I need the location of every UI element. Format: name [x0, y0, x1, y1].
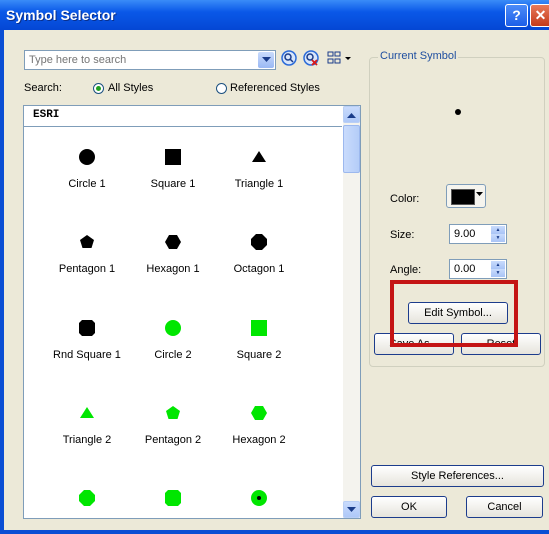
circle-symbol-icon — [77, 147, 97, 170]
symbol-label: Square 2 — [236, 349, 282, 361]
angle-increment[interactable]: ▲ — [491, 261, 505, 269]
chevron-up-icon — [347, 113, 356, 118]
vertical-scrollbar[interactable] — [343, 106, 360, 518]
clear-search-button[interactable] — [302, 50, 320, 68]
style-group-header: ESRI — [24, 106, 342, 127]
symbol-selector-window: Symbol Selector ? ✕ Search: All Styles R… — [0, 0, 549, 534]
size-label: Size: — [390, 229, 415, 241]
current-symbol-preview — [455, 109, 461, 115]
search-dropdown-button[interactable] — [258, 52, 274, 68]
title-bar[interactable]: Symbol Selector ? ✕ — [0, 0, 549, 30]
symbol-cell[interactable] — [130, 475, 216, 518]
symbol-label: Circle 2 — [154, 349, 192, 361]
style-references-button[interactable]: Style References... — [371, 465, 544, 487]
rndsquare-symbol-icon — [77, 318, 97, 341]
symbol-label: Circle 1 — [68, 178, 106, 190]
close-button[interactable]: ✕ — [530, 4, 549, 27]
hexagon-symbol-icon — [249, 403, 269, 426]
square-symbol-icon — [249, 318, 269, 341]
size-increment[interactable]: ▲ — [491, 226, 505, 234]
angle-spinner[interactable]: 0.00 ▲ ▼ — [449, 259, 507, 279]
symbol-cell[interactable] — [44, 475, 130, 518]
symbol-cell[interactable]: Octagon 1 — [216, 219, 302, 299]
grid-view-icon — [327, 51, 351, 64]
octagon-symbol-icon — [249, 232, 269, 255]
scroll-thumb[interactable] — [343, 125, 360, 173]
scroll-up-button[interactable] — [343, 106, 360, 123]
angle-value[interactable]: 0.00 — [454, 263, 475, 275]
highlight-annotation-box — [390, 280, 518, 347]
angle-label: Angle: — [390, 264, 422, 276]
symbol-cell[interactable]: Circle 2 — [130, 305, 216, 385]
chevron-down-icon — [261, 57, 271, 62]
symbol-cell[interactable]: Hexagon 1 — [130, 219, 216, 299]
circle-symbol-icon — [163, 318, 183, 341]
color-label: Color: — [390, 193, 420, 205]
dialog-client-area: Search: All Styles Referenced Styles ESR… — [4, 30, 549, 530]
radio-referenced-styles-label[interactable]: Referenced Styles — [230, 82, 320, 94]
symbol-cell[interactable]: Triangle 2 — [44, 390, 130, 470]
color-dropdown-arrow — [476, 189, 484, 203]
symbol-label: Hexagon 1 — [146, 263, 200, 275]
symbol-label: Pentagon 1 — [58, 263, 116, 275]
symbol-label: Octagon 1 — [233, 263, 285, 275]
pentagon-symbol-icon — [77, 232, 97, 255]
symbol-cell[interactable]: Pentagon 1 — [44, 219, 130, 299]
window-title: Symbol Selector — [6, 7, 116, 23]
chevron-down-icon — [476, 192, 483, 196]
hexagon-symbol-icon — [163, 232, 183, 255]
symbol-label: Square 1 — [150, 178, 196, 190]
color-swatch — [451, 189, 475, 205]
size-spinner[interactable]: 9.00 ▲ ▼ — [449, 224, 507, 244]
symbol-cell[interactable]: Circle 1 — [44, 134, 130, 214]
scroll-down-button[interactable] — [343, 501, 360, 518]
symbol-cell[interactable] — [216, 475, 302, 518]
symbol-cell[interactable]: Square 1 — [130, 134, 216, 214]
cancel-button[interactable]: Cancel — [466, 496, 543, 518]
clear-search-icon — [303, 50, 319, 66]
triangle-symbol-icon — [249, 147, 269, 170]
view-options-button[interactable] — [326, 50, 356, 68]
angle-decrement[interactable]: ▼ — [491, 269, 505, 277]
dotcircle-symbol-icon — [249, 488, 269, 511]
radio-all-styles[interactable] — [93, 83, 104, 94]
symbol-label: Triangle 2 — [62, 434, 112, 446]
search-label: Search: — [24, 82, 62, 94]
square-symbol-icon — [163, 147, 183, 170]
triangle-symbol-icon — [77, 403, 97, 426]
symbol-cell[interactable]: Square 2 — [216, 305, 302, 385]
symbol-cell[interactable]: Triangle 1 — [216, 134, 302, 214]
octagon-symbol-icon — [77, 488, 97, 511]
search-combo[interactable] — [24, 50, 276, 70]
pentagon-symbol-icon — [163, 403, 183, 426]
symbol-list[interactable]: ESRI Circle 1 Square 1 Triangle 1 Pentagon … — [23, 105, 361, 519]
ok-button[interactable]: OK — [371, 496, 447, 518]
chevron-down-icon — [347, 507, 356, 512]
current-symbol-title: Current Symbol — [378, 50, 459, 62]
help-button[interactable]: ? — [505, 4, 528, 27]
symbol-label: Hexagon 2 — [232, 434, 286, 446]
search-input[interactable] — [29, 53, 249, 67]
style-group-name: ESRI — [33, 109, 60, 121]
size-value[interactable]: 9.00 — [454, 228, 475, 240]
window-border-bottom — [0, 530, 549, 534]
symbol-cell[interactable]: Rnd Square 1 — [44, 305, 130, 385]
rndsquare-symbol-icon — [163, 488, 183, 511]
symbol-label: Triangle 1 — [234, 178, 284, 190]
search-button[interactable] — [280, 50, 298, 68]
radio-all-styles-label[interactable]: All Styles — [108, 82, 153, 94]
symbol-cell[interactable]: Pentagon 2 — [130, 390, 216, 470]
symbol-label: Pentagon 2 — [144, 434, 202, 446]
search-icon — [281, 50, 297, 66]
radio-referenced-styles[interactable] — [216, 83, 227, 94]
color-picker-button[interactable] — [446, 184, 486, 208]
symbol-cell[interactable]: Hexagon 2 — [216, 390, 302, 470]
symbol-label: Rnd Square 1 — [53, 349, 121, 361]
size-decrement[interactable]: ▼ — [491, 234, 505, 242]
